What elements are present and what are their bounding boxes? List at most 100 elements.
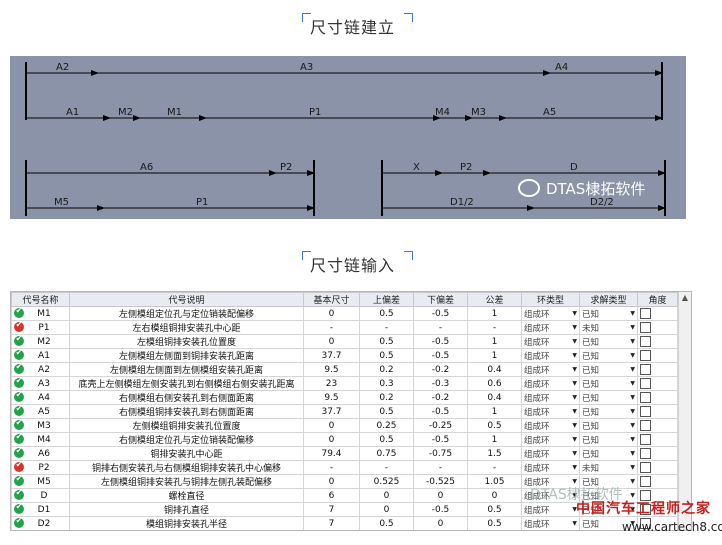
solve-type-select[interactable]: 已知 ▼ xyxy=(579,306,638,321)
cell-basic-size[interactable]: 79.4 xyxy=(303,446,360,461)
table-row[interactable]: A1 左侧模组左侧面到铜排安装孔距离37.70.5-0.51组成环 ▼ 已知 ▼ xyxy=(11,348,678,363)
angle-checkbox[interactable] xyxy=(640,420,651,431)
cell-description[interactable]: 铜排安装孔中心距 xyxy=(69,446,304,461)
column-header[interactable]: 基本尺寸 xyxy=(303,292,360,307)
chevron-down-icon[interactable]: ▼ xyxy=(630,338,635,345)
ring-type-select[interactable]: 组成环 ▼ xyxy=(521,516,580,530)
chevron-down-icon[interactable]: ▼ xyxy=(572,310,577,317)
cell-description[interactable]: 右侧模组定位孔与定位销装配偏移 xyxy=(69,432,304,447)
ring-type-select[interactable]: 组成环 ▼ xyxy=(521,404,580,419)
cell-basic-size[interactable]: 0 xyxy=(303,474,360,489)
chevron-down-icon[interactable]: ▼ xyxy=(572,408,577,415)
cell-description[interactable]: 左侧模组铜排安装孔与铜排左侧孔装配偏移 xyxy=(69,474,304,489)
ring-type-select[interactable]: 封闭环▼ xyxy=(522,531,580,532)
ring-type-select[interactable]: 组成环 ▼ xyxy=(521,460,580,475)
cell-description[interactable]: 模组铜排安装孔半径 xyxy=(69,516,304,530)
chevron-down-icon[interactable]: ▼ xyxy=(630,422,635,429)
cell-lower-deviation[interactable]: -0.5 xyxy=(413,306,468,321)
angle-checkbox[interactable] xyxy=(640,322,651,333)
cell-description[interactable]: 左侧模组定位孔与定位销装配偏移 xyxy=(69,306,304,321)
cell-tolerance[interactable]: 1.5 xyxy=(467,446,522,461)
column-header[interactable]: 公差 xyxy=(467,292,522,307)
cell-upper-deviation[interactable]: - xyxy=(359,460,414,475)
ring-type-select[interactable]: 组成环 ▼ xyxy=(521,320,580,335)
chevron-down-icon[interactable]: ▼ xyxy=(572,366,577,373)
cell-lower-deviation[interactable]: -0.5 xyxy=(413,348,468,363)
cell-tolerance[interactable]: 0.5 xyxy=(467,516,522,530)
cell-basic-size[interactable]: 7 xyxy=(303,516,360,530)
cell-basic-size[interactable]: 6 xyxy=(303,488,360,503)
cell-upper-deviation[interactable]: - xyxy=(360,531,414,532)
chevron-down-icon[interactable]: ▼ xyxy=(630,380,635,387)
chevron-down-icon[interactable]: ▼ xyxy=(630,310,635,317)
table-row[interactable]: M2 左模组铜排安装孔位置度00.5-0.51组成环 ▼ 已知 ▼ xyxy=(11,334,678,349)
scroll-up-icon[interactable]: ▲ xyxy=(679,292,691,304)
cell-basic-size[interactable]: - xyxy=(303,460,360,475)
angle-checkbox[interactable] xyxy=(640,350,651,361)
ring-type-select[interactable]: 组成环 ▼ xyxy=(521,502,580,517)
cell-upper-deviation[interactable]: 0 xyxy=(359,488,414,503)
cell-lower-deviation[interactable]: - xyxy=(413,320,468,335)
ring-type-select[interactable]: 组成环 ▼ xyxy=(521,362,580,377)
cell-upper-deviation[interactable]: 0.25 xyxy=(359,418,414,433)
cell-tolerance[interactable]: - xyxy=(468,531,522,532)
cell-upper-deviation[interactable]: 0.5 xyxy=(359,334,414,349)
cell-upper-deviation[interactable]: 0.5 xyxy=(359,348,414,363)
solve-type-select[interactable]: 已知 ▼ xyxy=(579,404,638,419)
cell-description[interactable]: 左侧模组铜排安装孔位置度 xyxy=(69,418,304,433)
angle-checkbox[interactable] xyxy=(640,392,651,403)
solve-type-select[interactable]: 已知 ▼ xyxy=(579,432,638,447)
angle-checkbox[interactable] xyxy=(640,364,651,375)
column-header[interactable]: 上偏差 xyxy=(359,292,414,307)
cell-tolerance[interactable]: 1.05 xyxy=(467,474,522,489)
column-header[interactable]: 求解类型 xyxy=(579,292,638,307)
cell-basic-size[interactable]: 0 xyxy=(303,432,360,447)
solve-type-select[interactable]: 已知 ▼ xyxy=(579,362,638,377)
ring-type-select[interactable]: 组成环 ▼ xyxy=(521,390,580,405)
table-row[interactable]: M3 左侧模组铜排安装孔位置度00.25-0.250.5组成环 ▼ 已知 ▼ xyxy=(11,418,678,433)
cell-tolerance[interactable]: 0.4 xyxy=(467,390,522,405)
cell-lower-deviation[interactable]: -0.75 xyxy=(413,446,468,461)
cell-description[interactable]: 左侧模组左侧面到铜排安装孔距离 xyxy=(69,348,304,363)
cell-upper-deviation[interactable]: 0.5 xyxy=(359,516,414,530)
table-row[interactable]: M4 右侧模组定位孔与定位销装配偏移00.5-0.51组成环 ▼ 已知 ▼ xyxy=(11,432,678,447)
chevron-down-icon[interactable]: ▼ xyxy=(572,464,577,471)
cell-lower-deviation[interactable]: -0.2 xyxy=(413,390,468,405)
cell-upper-deviation[interactable]: 0.525 xyxy=(359,474,414,489)
solve-type-select[interactable]: 未知 ▼ xyxy=(579,320,638,335)
cell-description[interactable]: 右侧模组铜排安装孔到右侧面距离 xyxy=(69,404,304,419)
cell-lower-deviation[interactable]: -0.3 xyxy=(413,376,468,391)
cell-basic-size[interactable]: 9.5 xyxy=(303,390,360,405)
cell-basic-size[interactable]: - xyxy=(303,320,360,335)
chevron-down-icon[interactable]: ▼ xyxy=(572,338,577,345)
cell-description[interactable]: 左右模组铜排安装孔中心距 xyxy=(69,320,304,335)
cell-description[interactable]: 右侧模组右侧安装孔到右侧面距离 xyxy=(69,390,304,405)
chevron-down-icon[interactable]: ▼ xyxy=(630,366,635,373)
ring-type-select[interactable]: 组成环 ▼ xyxy=(521,432,580,447)
ring-type-select[interactable]: 组成环 ▼ xyxy=(521,376,580,391)
cell-upper-deviation[interactable]: 0.75 xyxy=(359,446,414,461)
ring-type-select[interactable]: 组成环 ▼ xyxy=(521,334,580,349)
cell-basic-size[interactable]: 7 xyxy=(303,502,360,517)
cell-description[interactable]: 螺栓与D1、D2相交部分内切圆间隙 xyxy=(70,531,304,532)
cell-tolerance[interactable]: 0 xyxy=(467,488,522,503)
cell-description[interactable]: 铜排孔直径 xyxy=(69,502,304,517)
cell-upper-deviation[interactable]: 0.5 xyxy=(359,306,414,321)
table-row[interactable]: A3 底壳上左侧模组左侧安装孔到右侧模组右侧安装孔距离230.3-0.30.6组成… xyxy=(11,376,678,391)
cell-upper-deviation[interactable]: 0.5 xyxy=(359,404,414,419)
cell-lower-deviation[interactable]: -0.5 xyxy=(413,334,468,349)
cell-tolerance[interactable]: 0.5 xyxy=(467,418,522,433)
chevron-down-icon[interactable]: ▼ xyxy=(630,324,635,331)
column-header[interactable]: 环类型 xyxy=(521,292,580,307)
cell-tolerance[interactable]: - xyxy=(467,460,522,475)
table-row[interactable]: D2模组铜排安装孔半径70.500.5组成环▼已知▼ xyxy=(11,516,678,530)
angle-checkbox[interactable] xyxy=(640,434,651,445)
chevron-down-icon[interactable]: ▼ xyxy=(630,408,635,415)
solve-type-select[interactable]: 已知 ▼ xyxy=(579,390,638,405)
chevron-down-icon[interactable]: ▼ xyxy=(630,478,635,485)
chevron-down-icon[interactable]: ▼ xyxy=(572,352,577,359)
ring-type-select[interactable]: 组成环 ▼ xyxy=(521,306,580,321)
chevron-down-icon[interactable]: ▼ xyxy=(572,324,577,331)
cell-description[interactable]: 左模组铜排安装孔位置度 xyxy=(69,334,304,349)
angle-checkbox[interactable] xyxy=(640,476,651,487)
